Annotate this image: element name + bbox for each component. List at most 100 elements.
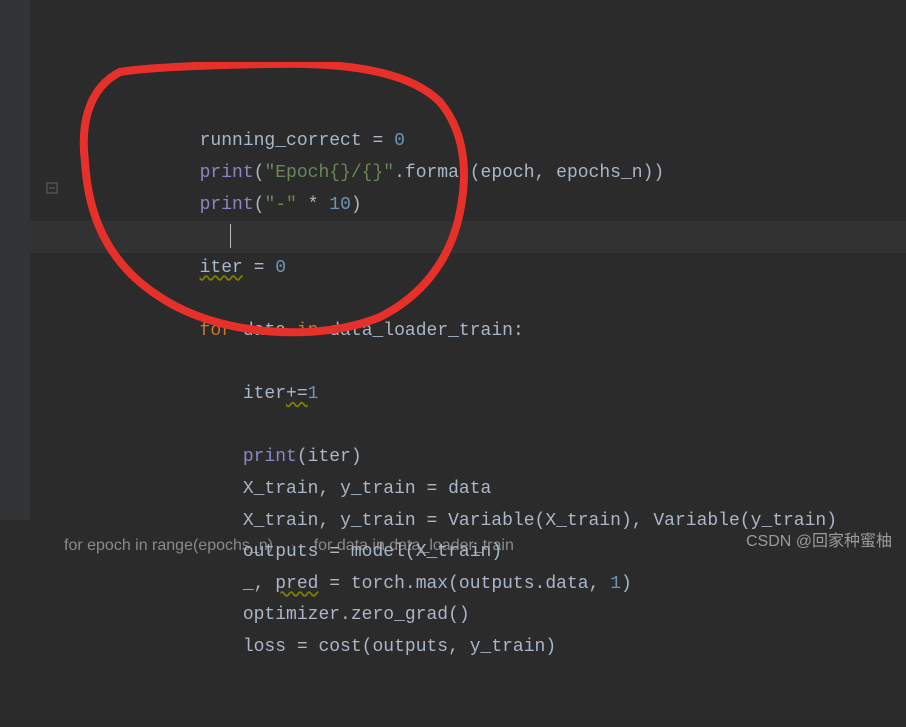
code-token: zero_grad	[351, 605, 448, 625]
code-token: (	[362, 637, 373, 657]
code-token: torch	[351, 574, 405, 594]
code-token: data	[545, 574, 588, 594]
code-token: X_train	[243, 511, 319, 531]
code-token: ,	[318, 479, 340, 499]
code-token: =	[416, 479, 448, 499]
code-line[interactable]: iter = 0	[70, 253, 906, 285]
code-token: 0	[275, 258, 286, 278]
code-token: "-"	[264, 195, 296, 215]
code-editor[interactable]: running_correct = 0 print("Epoch{}/{}".f…	[0, 0, 906, 520]
code-token: =	[286, 637, 318, 657]
code-token: y_train	[751, 511, 827, 531]
code-token: iter	[308, 447, 351, 467]
code-token: (	[448, 574, 459, 594]
code-line[interactable]: optimizer.zero_grad()	[70, 600, 906, 632]
code-token: outputs	[372, 637, 448, 657]
code-token: (	[740, 511, 751, 531]
code-token: pred	[275, 574, 318, 594]
code-token: running_correct	[200, 131, 362, 151]
code-token: optimizer	[243, 605, 340, 625]
line-gutter	[0, 0, 30, 520]
code-token: ,	[589, 574, 611, 594]
code-line[interactable]: running_correct = 0	[70, 126, 906, 158]
code-token: outputs	[243, 542, 319, 562]
code-token: 1	[610, 574, 621, 594]
code-token: .	[535, 574, 546, 594]
code-token: "Epoch{}/{}"	[264, 163, 394, 183]
code-line[interactable]: iter+=1	[70, 379, 906, 411]
code-token: .	[340, 605, 351, 625]
code-token: iter	[200, 258, 243, 278]
code-token: 1	[308, 384, 319, 404]
code-line[interactable]: for data in data_loader_train:	[70, 316, 906, 348]
code-token: cost	[318, 637, 361, 657]
code-area[interactable]: running_correct = 0 print("Epoch{}/{}".f…	[30, 0, 906, 520]
code-token: )	[621, 574, 632, 594]
code-token: outputs	[459, 574, 535, 594]
code-token: Variable	[448, 511, 534, 531]
code-line[interactable]: loss = cost(outputs, y_train)	[70, 632, 906, 664]
code-token: X_train	[416, 542, 492, 562]
code-token: epoch	[481, 163, 535, 183]
code-token: :	[513, 321, 524, 341]
code-token: loss	[243, 637, 286, 657]
code-token: format	[405, 163, 470, 183]
code-token: ,	[535, 163, 557, 183]
code-token: *	[297, 195, 329, 215]
code-token: Variable	[653, 511, 739, 531]
code-line[interactable]: _, pred = torch.max(outputs.data, 1)	[70, 569, 906, 601]
code-token: +=	[286, 384, 308, 404]
code-token: _	[243, 574, 254, 594]
code-token: (	[297, 447, 308, 467]
code-token: y_train	[470, 637, 546, 657]
code-line[interactable]: X_train, y_train = Variable(X_train), Va…	[70, 506, 906, 538]
code-line[interactable]	[70, 411, 906, 443]
code-token: epochs_n	[556, 163, 642, 183]
code-token	[318, 321, 329, 341]
code-token: )	[491, 542, 502, 562]
code-token: =	[318, 542, 350, 562]
code-token: X_train	[243, 479, 319, 499]
code-token: 10	[329, 195, 351, 215]
code-token: =	[416, 511, 448, 531]
code-token: (	[254, 195, 265, 215]
code-token: iter	[243, 384, 286, 404]
code-token	[232, 321, 243, 341]
code-line[interactable]: X_train, y_train = data	[70, 474, 906, 506]
code-token: y_train	[340, 479, 416, 499]
code-token: data	[243, 321, 286, 341]
code-token: )	[826, 511, 837, 531]
code-token: for	[200, 321, 232, 341]
code-line[interactable]: print("-" * 10)	[70, 190, 906, 222]
code-token: in	[297, 321, 319, 341]
code-token: )	[351, 195, 362, 215]
code-token	[286, 321, 297, 341]
code-line[interactable]: print(iter)	[70, 442, 906, 474]
code-token: )	[351, 447, 362, 467]
code-token: ,	[254, 574, 276, 594]
code-token: model	[351, 542, 405, 562]
code-line[interactable]	[70, 348, 906, 380]
code-token: print	[200, 163, 254, 183]
code-line[interactable]: print("Epoch{}/{}".format(epoch, epochs_…	[70, 158, 906, 190]
code-token: ),	[621, 511, 653, 531]
code-token: )	[545, 637, 556, 657]
code-line[interactable]	[70, 284, 906, 316]
code-token: y_train	[340, 511, 416, 531]
code-token: ,	[318, 511, 340, 531]
code-token: print	[243, 447, 297, 467]
code-line[interactable]	[70, 221, 906, 253]
code-token: ))	[643, 163, 665, 183]
code-token: .	[394, 163, 405, 183]
code-token: =	[318, 574, 350, 594]
text-caret	[230, 224, 231, 248]
code-token: .	[405, 574, 416, 594]
code-token: data_loader_train	[329, 321, 513, 341]
code-token: print	[200, 195, 254, 215]
code-token: (	[405, 542, 416, 562]
code-line[interactable]: outputs = model(X_train)	[70, 537, 906, 569]
code-token: data	[448, 479, 491, 499]
code-token: (	[535, 511, 546, 531]
code-token: ,	[448, 637, 470, 657]
code-token: (	[470, 163, 481, 183]
